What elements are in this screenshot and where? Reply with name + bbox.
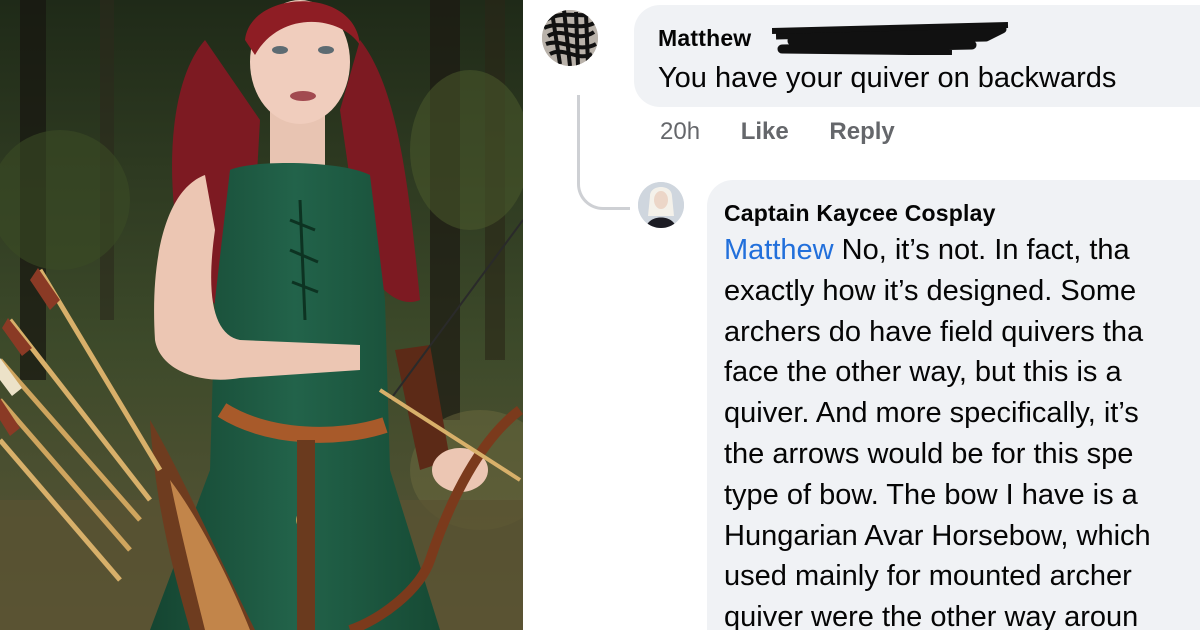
comment-bubble-kaycee: Captain Kaycee Cosplay Matthew No, it’s … xyxy=(707,180,1200,630)
comment-text: You have your quiver on backwards xyxy=(658,62,1117,94)
scribble-overlay-icon xyxy=(542,10,598,66)
reply-line: the arrows would be for this spe xyxy=(724,437,1134,470)
comment-actions: 20h Like Reply xyxy=(660,118,929,146)
reply-line: quiver. And more specifically, it’s xyxy=(724,397,1139,430)
reply-line: archers do have field quivers tha xyxy=(724,315,1144,348)
reply-line: type of bow. The bow I have is a xyxy=(724,478,1138,511)
profile-avatar-scribbled-icon[interactable] xyxy=(542,10,598,66)
reply-text: Matthew No, it’s not. In fact, tha exact… xyxy=(724,230,1151,630)
comment-bubble-matthew: Matthew You have your quiver on backward… xyxy=(634,5,1200,107)
reply-line: exactly how it’s designed. Some xyxy=(724,274,1137,307)
redacted-surname-scribble xyxy=(772,22,1009,55)
reply-button[interactable]: Reply xyxy=(829,118,894,145)
reply-line: Hungarian Avar Horsebow, which xyxy=(724,519,1151,552)
kaycee-portrait-icon xyxy=(638,182,684,228)
mention-link[interactable]: Matthew xyxy=(724,234,834,266)
cosplay-photo xyxy=(0,0,523,630)
reply-line: face the other way, but this is a xyxy=(724,356,1122,389)
reply-author-name[interactable]: Captain Kaycee Cosplay xyxy=(724,200,996,227)
reply-line: used mainly for mounted archer xyxy=(724,560,1132,593)
comment-thread: Matthew You have your quiver on backward… xyxy=(527,0,1200,630)
profile-avatar-kaycee-icon[interactable] xyxy=(638,182,684,228)
comment-timestamp[interactable]: 20h xyxy=(660,118,700,145)
comment-author-name[interactable]: Matthew xyxy=(658,25,751,52)
reply-thread-connector xyxy=(577,95,630,210)
reply-line: Matthew No, it’s not. In fact, tha xyxy=(724,234,1130,266)
like-button[interactable]: Like xyxy=(741,118,789,145)
archer-photo-illustration xyxy=(0,0,523,630)
reply-line: quiver were the other way aroun xyxy=(724,601,1139,630)
